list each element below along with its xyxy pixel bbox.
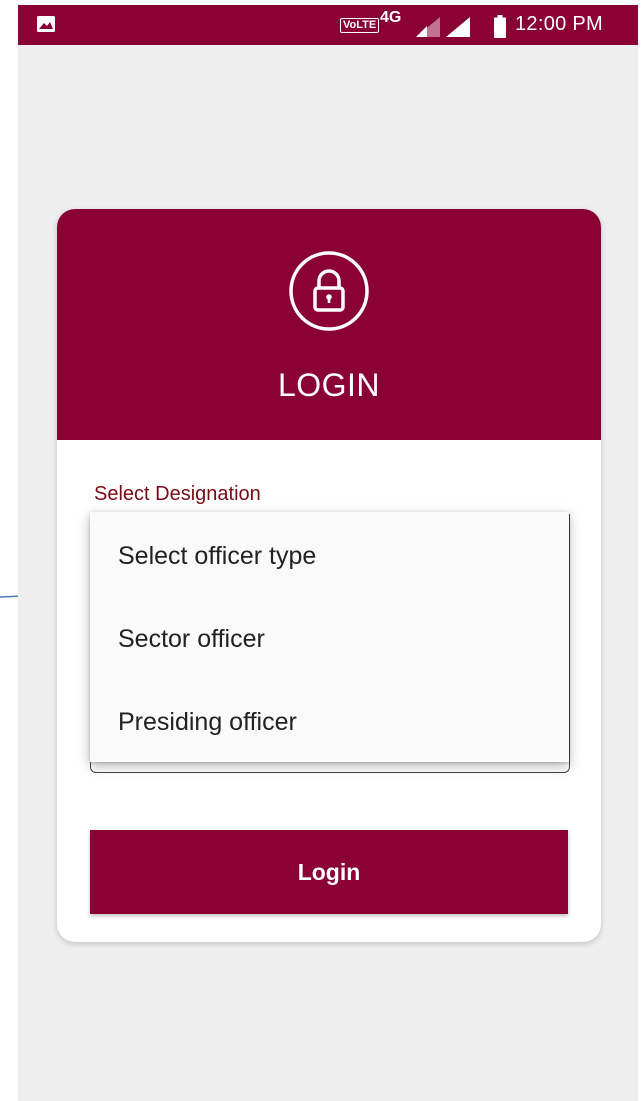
login-button[interactable]: Login [90,830,568,914]
network-type: 4G [380,9,402,26]
battery-icon [494,15,506,38]
status-bar: VoLTE 4G 12:00 PM [18,5,638,45]
dropdown-option-presiding-officer[interactable]: Presiding officer [118,708,297,737]
designation-label: Select Designation [94,483,261,505]
gallery-icon [37,16,55,32]
status-time: 12:00 PM [515,13,604,35]
signal-icon [416,17,440,37]
page-title: LOGIN [277,367,381,403]
dropdown-option-sector-officer[interactable]: Sector officer [118,625,265,654]
designation-dropdown: Select officer type Sector officer Presi… [90,512,569,762]
dropdown-option-select-officer-type[interactable]: Select officer type [118,542,316,571]
lock-icon [289,251,369,331]
volte-badge: VoLTE [340,18,380,33]
login-card: LOGIN Select Designation Select officer … [57,209,601,942]
phone-screen: VoLTE 4G 12:00 PM LOGIN Select Designati [18,5,638,1101]
card-header: LOGIN [57,209,601,440]
signal-icon [446,17,470,37]
